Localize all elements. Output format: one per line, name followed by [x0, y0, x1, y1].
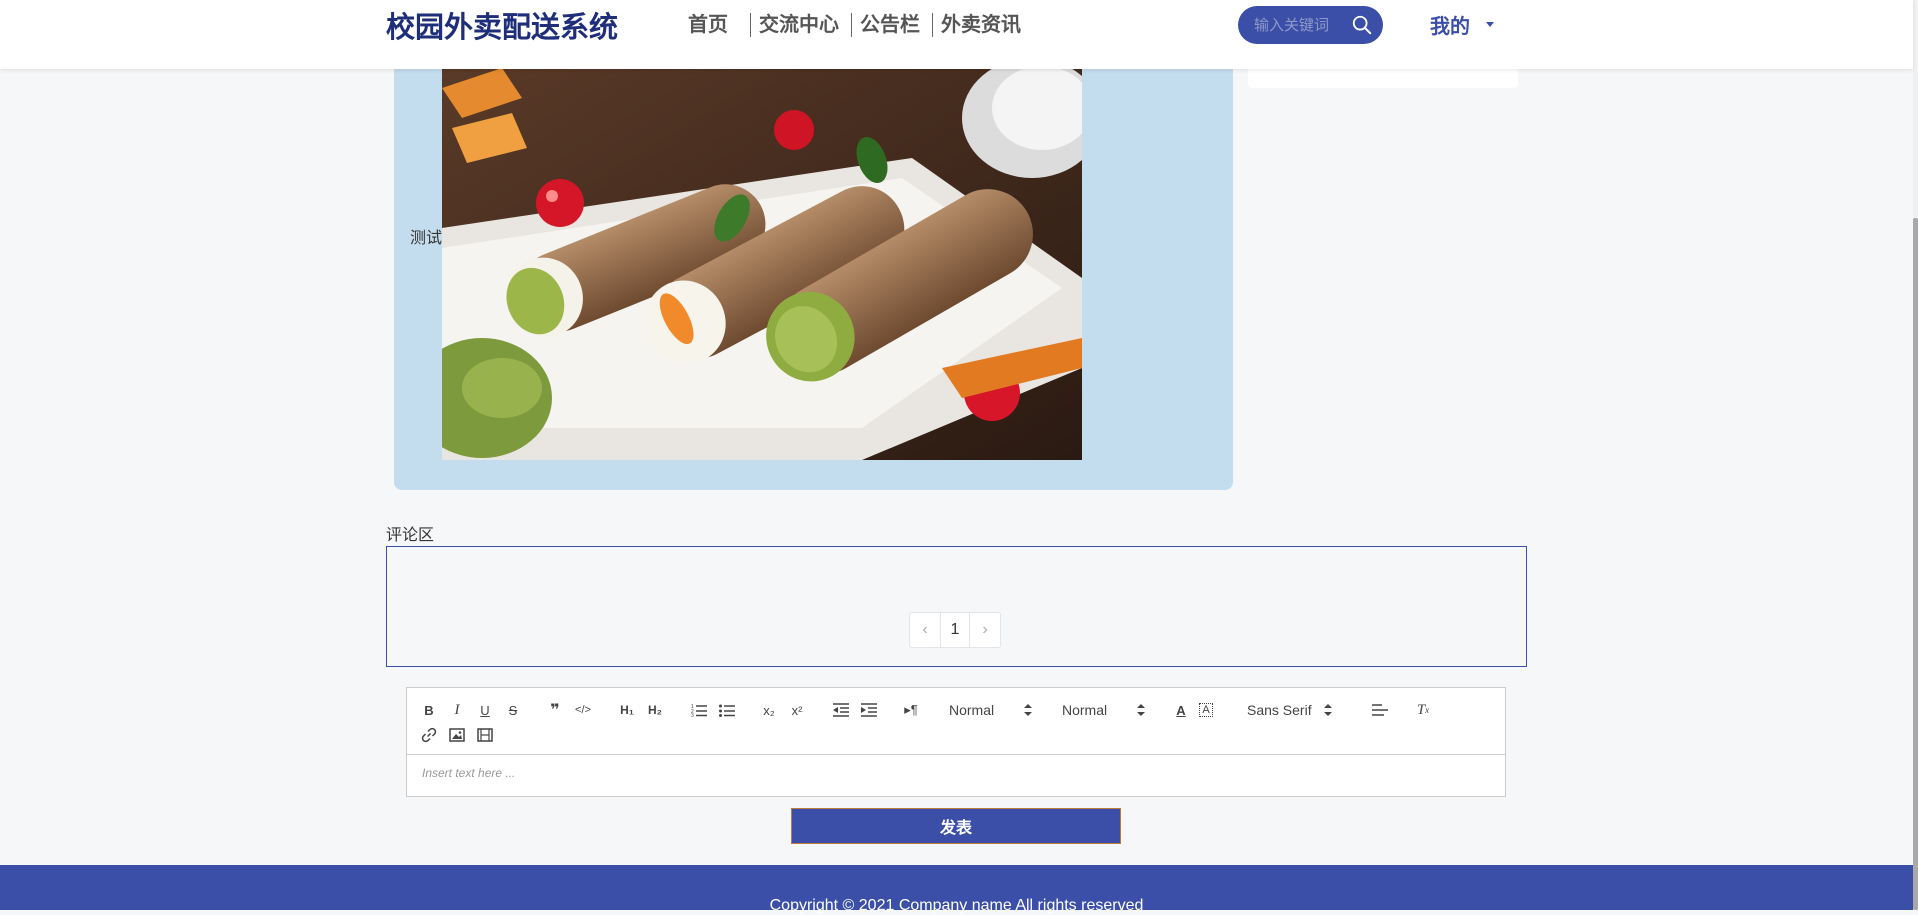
post-content-panel: 测试	[394, 58, 1233, 490]
top-header: 校园外卖配送系统 首页 交流中心 公告栏 外卖资讯 我的	[0, 0, 1913, 69]
subscript-icon[interactable]: x₂	[759, 700, 779, 720]
bullet-list-icon[interactable]	[717, 700, 737, 720]
code-block-icon[interactable]: </>	[573, 700, 593, 720]
footer-copyright: Copyright © 2021 Company name All rights…	[769, 897, 1144, 914]
submit-comment-button[interactable]: 发表	[791, 808, 1121, 844]
blockquote-icon[interactable]: ❞	[545, 700, 565, 720]
comment-list-box: ‹ 1 ›	[386, 546, 1527, 667]
pagination: ‹ 1 ›	[909, 612, 1001, 648]
header-select[interactable]: Normal	[949, 700, 1039, 720]
strikethrough-icon[interactable]: S	[503, 700, 523, 720]
video-icon[interactable]	[475, 725, 495, 745]
nav-delivery-news[interactable]: 外卖资讯	[932, 13, 1033, 37]
search-icon[interactable]	[1351, 13, 1373, 37]
superscript-icon[interactable]: x²	[787, 700, 807, 720]
search-input[interactable]	[1252, 15, 1347, 35]
editor-toolbar: B I U S ❞ </> H₁ H₂ 123 x₂ x² ▸¶ Normal …	[407, 688, 1505, 755]
nav-forum[interactable]: 交流中心	[750, 13, 851, 37]
heading-1-icon[interactable]: H₁	[617, 700, 637, 720]
italic-icon[interactable]: I	[447, 700, 467, 720]
select-arrows-icon	[1137, 704, 1146, 716]
pagination-page-1[interactable]: 1	[940, 613, 970, 647]
size-select-value: Normal	[1062, 702, 1108, 718]
nav-home[interactable]: 首页	[676, 13, 750, 37]
user-menu[interactable]: 我的	[1430, 10, 1494, 39]
footer: Copyright © 2021 Company name All rights…	[0, 865, 1913, 914]
align-left-icon[interactable]	[1370, 700, 1390, 720]
select-arrows-icon	[1024, 704, 1033, 716]
font-select[interactable]: Sans Serif	[1247, 700, 1347, 720]
food-photo	[442, 68, 1082, 460]
main-nav: 首页 交流中心 公告栏 外卖资讯	[676, 0, 1033, 50]
text-direction-icon[interactable]: ▸¶	[901, 700, 921, 720]
comment-section-title: 评论区	[386, 527, 435, 544]
food-photo-illustration	[442, 68, 1082, 460]
heading-2-icon[interactable]: H₂	[645, 700, 665, 720]
pagination-next-button[interactable]: ›	[970, 613, 1000, 647]
site-title[interactable]: 校园外卖配送系统	[386, 4, 618, 46]
outdent-icon[interactable]	[831, 700, 851, 720]
link-icon[interactable]	[419, 725, 439, 745]
size-select[interactable]: Normal	[1062, 700, 1152, 720]
header-select-value: Normal	[949, 702, 995, 718]
scrollbar-thumb[interactable]	[1913, 218, 1918, 910]
select-arrows-icon	[1323, 704, 1332, 716]
page-scrollbar[interactable]	[1913, 0, 1918, 910]
underline-icon[interactable]: U	[475, 700, 495, 720]
editor-input[interactable]: Insert text here ...	[422, 766, 515, 780]
text-color-icon[interactable]: A	[1171, 700, 1191, 720]
search-box	[1238, 6, 1383, 44]
nav-notice-board[interactable]: 公告栏	[851, 13, 932, 37]
bold-icon[interactable]: B	[419, 700, 439, 720]
background-color-icon[interactable]: A	[1199, 703, 1213, 717]
ordered-list-icon[interactable]: 123	[689, 700, 709, 720]
clear-format-icon[interactable]: Tx	[1413, 700, 1433, 720]
image-icon[interactable]	[447, 725, 467, 745]
user-menu-label: 我的	[1430, 16, 1470, 38]
svg-text:3: 3	[691, 713, 694, 717]
pagination-prev-button[interactable]: ‹	[910, 613, 940, 647]
post-content-text: 测试	[410, 230, 443, 247]
indent-icon[interactable]	[859, 700, 879, 720]
caret-down-icon	[1486, 22, 1494, 27]
font-select-value: Sans Serif	[1247, 702, 1312, 718]
rich-text-editor: B I U S ❞ </> H₁ H₂ 123 x₂ x² ▸¶ Normal …	[406, 687, 1506, 797]
